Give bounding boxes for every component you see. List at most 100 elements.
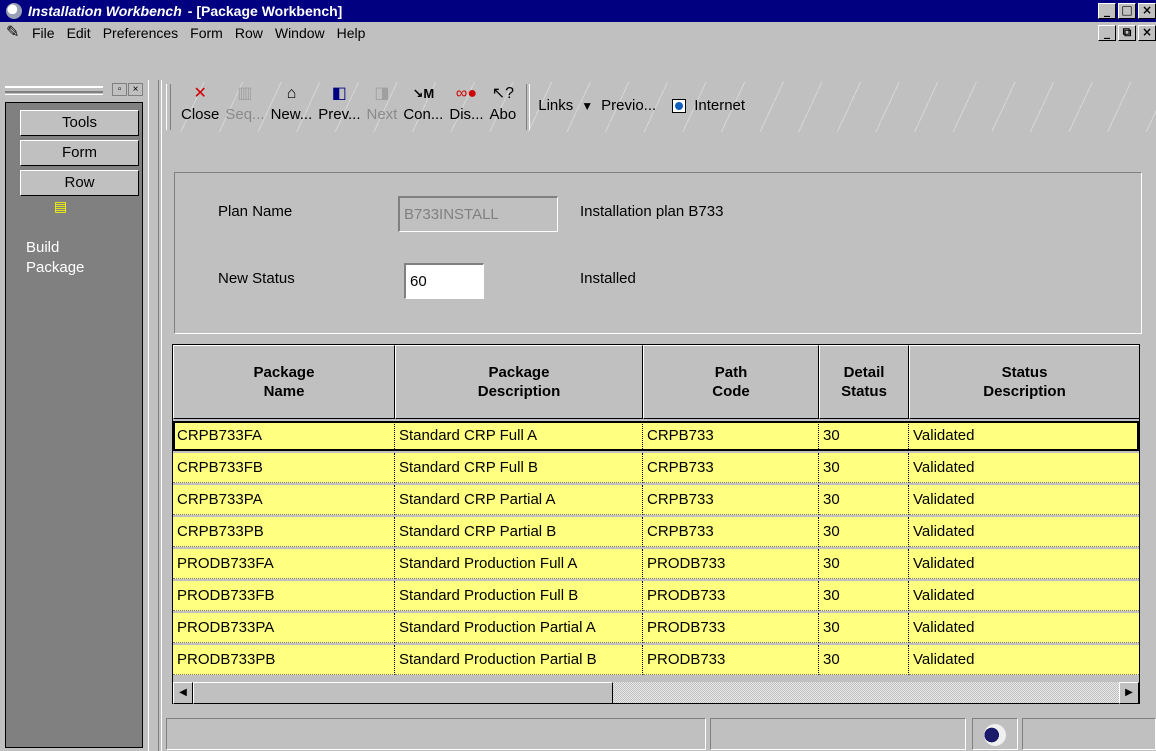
minimize-button[interactable]: _	[1098, 3, 1116, 19]
close-window-button[interactable]: ×	[1138, 3, 1156, 19]
menu-file[interactable]: File	[32, 25, 55, 41]
package-description-cell[interactable]: Standard CRP Partial A	[395, 485, 643, 515]
sidebar-tab-tools[interactable]: Tools	[20, 110, 139, 136]
package-name-cell[interactable]: PRODB733PA	[173, 613, 395, 643]
detail-status-cell[interactable]: 30	[819, 613, 909, 643]
table-row[interactable]: PRODB733FB Standard Production Full B PROD…	[173, 581, 1139, 611]
previous-button[interactable]: ◧ Prev...	[318, 82, 360, 126]
mdi-close-button[interactable]: ×	[1138, 25, 1156, 41]
document-pen-icon[interactable]: ✎	[6, 24, 26, 42]
path-code-cell[interactable]: PRODB733	[643, 645, 819, 675]
scroll-thumb[interactable]	[193, 682, 613, 704]
new-status-label: New Status	[218, 270, 295, 287]
status-description-cell[interactable]: Validated	[909, 453, 1139, 483]
about-button[interactable]: ↖? Abo	[490, 82, 517, 126]
display-button[interactable]: ∞● Dis...	[449, 82, 483, 126]
new-button[interactable]: ⌂ New...	[271, 82, 313, 126]
status-description-cell[interactable]: Validated	[909, 517, 1139, 547]
build-package-icon[interactable]: ▤	[54, 198, 70, 214]
scroll-right-icon[interactable]: ▶	[1119, 682, 1139, 704]
status-description-cell[interactable]: Validated	[909, 581, 1139, 611]
menu-row[interactable]: Row	[235, 25, 263, 41]
path-code-cell[interactable]: CRPB733	[643, 421, 819, 451]
toolbar-grip[interactable]	[166, 84, 171, 130]
new-icon: ⌂	[286, 85, 297, 102]
column-header-package-description[interactable]: Package Description	[395, 345, 643, 419]
column-header-detail-status[interactable]: Detail Status	[819, 345, 909, 419]
detail-status-cell[interactable]: 30	[819, 453, 909, 483]
column-header-path-code[interactable]: Path Code	[643, 345, 819, 419]
form-toolbar: ✕ Close ▥ Seq... ⌂ New... ◧ Prev... ◨ Ne…	[166, 82, 1156, 132]
sidebar-grip[interactable]	[5, 86, 103, 93]
package-description-cell[interactable]: Standard Production Partial A	[395, 613, 643, 643]
detail-status-cell[interactable]: 30	[819, 645, 909, 675]
menu-bar: ✎ File Edit Preferences Form Row Window …	[0, 22, 1156, 44]
package-description-cell[interactable]: Standard Production Partial B	[395, 645, 643, 675]
column-header-package-name[interactable]: Package Name	[173, 345, 395, 419]
detail-status-cell[interactable]: 30	[819, 421, 909, 451]
table-row[interactable]: CRPB733FA Standard CRP Full A CRPB733 30 Val…	[173, 421, 1139, 451]
package-description-cell[interactable]: Standard CRP Full A	[395, 421, 643, 451]
menu-edit[interactable]: Edit	[67, 25, 91, 41]
build-package-exit[interactable]: Build Package	[26, 238, 96, 278]
sidebar-tab-form[interactable]: Form	[20, 140, 139, 166]
next-button[interactable]: ◨ Next	[366, 82, 397, 126]
path-code-cell[interactable]: PRODB733	[643, 613, 819, 643]
column-header-status-description[interactable]: Status Description	[909, 345, 1139, 419]
path-code-cell[interactable]: PRODB733	[643, 549, 819, 579]
detail-status-cell[interactable]: 30	[819, 549, 909, 579]
package-name-cell[interactable]: PRODB733FA	[173, 549, 395, 579]
maximize-button[interactable]: □	[1118, 3, 1136, 19]
table-row[interactable]: CRPB733PA Standard CRP Partial A CRPB733 30…	[173, 485, 1139, 515]
menu-help[interactable]: Help	[337, 25, 366, 41]
status-description-cell[interactable]: Validated	[909, 613, 1139, 643]
status-description-cell[interactable]: Validated	[909, 549, 1139, 579]
path-code-cell[interactable]: CRPB733	[643, 517, 819, 547]
table-row[interactable]: PRODB733FA Standard Production Full A PROD…	[173, 549, 1139, 579]
table-row[interactable]: PRODB733PA Standard Production Partial AP…	[173, 613, 1139, 643]
sequence-button[interactable]: ▥ Seq...	[225, 82, 264, 126]
package-name-cell[interactable]: CRPB733PA	[173, 485, 395, 515]
internet-button[interactable]: Internet	[672, 97, 753, 114]
package-description-cell[interactable]: Standard CRP Partial B	[395, 517, 643, 547]
path-code-cell[interactable]: PRODB733	[643, 581, 819, 611]
detail-status-cell[interactable]: 30	[819, 581, 909, 611]
menu-window[interactable]: Window	[275, 25, 325, 41]
display-label: Dis...	[449, 106, 484, 123]
table-row[interactable]: CRPB733PB Standard CRP Partial B CRPB733 30…	[173, 517, 1139, 547]
column-header-line: Description	[983, 383, 1066, 400]
menu-form[interactable]: Form	[190, 25, 223, 41]
sidebar-close-icon[interactable]: ×	[128, 83, 143, 96]
grid-header: Package Name Package Description Path Code …	[173, 345, 1139, 419]
menu-preferences[interactable]: Preferences	[103, 25, 178, 41]
detail-status-cell[interactable]: 30	[819, 517, 909, 547]
status-description-cell[interactable]: Validated	[909, 485, 1139, 515]
new-status-field[interactable]: 60	[404, 263, 484, 299]
status-description-cell[interactable]: Validated	[909, 421, 1139, 451]
close-button[interactable]: ✕ Close	[181, 82, 219, 126]
package-name-cell[interactable]: CRPB733PB	[173, 517, 395, 547]
status-description-cell[interactable]: Validated	[909, 645, 1139, 675]
path-code-cell[interactable]: CRPB733	[643, 453, 819, 483]
table-row[interactable]: CRPB733FB Standard CRP Full B CRPB733 30 Val…	[173, 453, 1139, 483]
package-name-cell[interactable]: CRPB733FB	[173, 453, 395, 483]
package-description-cell[interactable]: Standard Production Full A	[395, 549, 643, 579]
previous-link-button[interactable]: ▼ Previo...	[581, 97, 664, 114]
sidebar-tab-row[interactable]: Row	[20, 170, 139, 196]
links-button[interactable]: Links	[538, 97, 573, 114]
package-name-cell[interactable]: CRPB733FA	[173, 421, 395, 451]
package-name-cell[interactable]: PRODB733FB	[173, 581, 395, 611]
package-description-cell[interactable]: Standard Production Full B	[395, 581, 643, 611]
path-code-cell[interactable]: CRPB733	[643, 485, 819, 515]
detail-status-cell[interactable]: 30	[819, 485, 909, 515]
sidebar-restore-icon[interactable]: ▫	[112, 83, 127, 96]
horizontal-scrollbar[interactable]: ◀ ▶	[173, 681, 1139, 704]
table-row[interactable]: PRODB733PB Standard Production Partial BP…	[173, 645, 1139, 675]
mdi-restore-button[interactable]: ⧉	[1118, 25, 1136, 41]
package-description-cell[interactable]: Standard CRP Full B	[395, 453, 643, 483]
app-globe-icon[interactable]	[6, 3, 22, 19]
mdi-minimize-button[interactable]: _	[1098, 25, 1116, 41]
package-name-cell[interactable]: PRODB733PB	[173, 645, 395, 675]
scroll-left-icon[interactable]: ◀	[173, 682, 193, 704]
connect-button[interactable]: ↘M Con...	[403, 82, 443, 126]
